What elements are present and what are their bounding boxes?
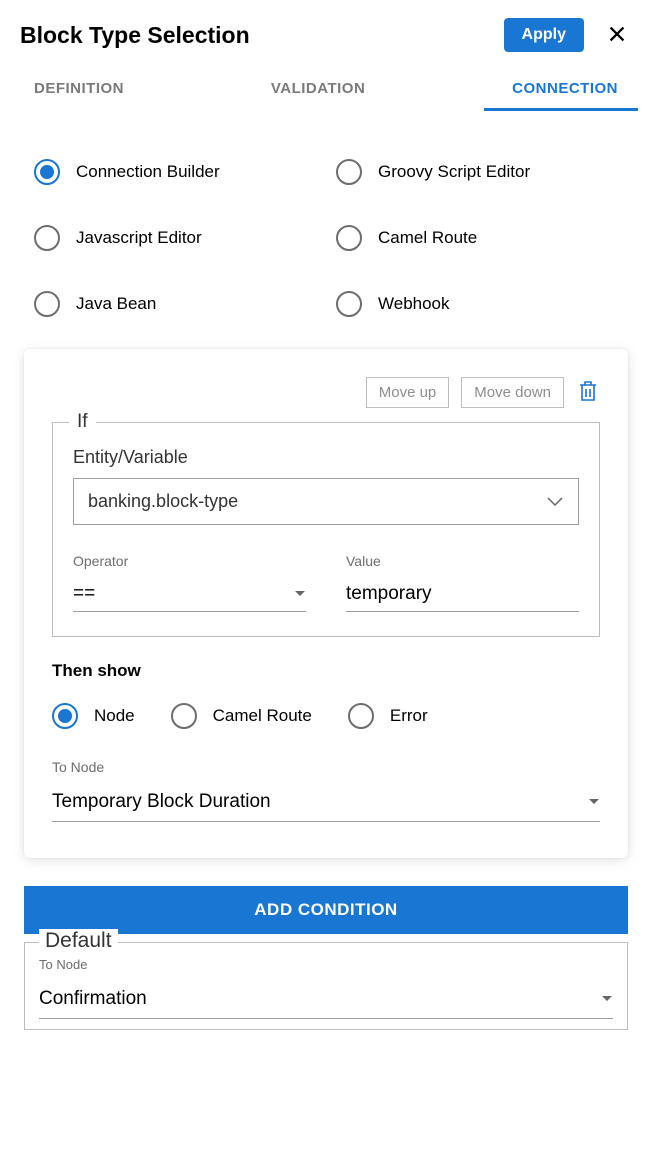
- default-to-node-select[interactable]: Confirmation: [39, 980, 613, 1019]
- apply-button[interactable]: Apply: [504, 18, 584, 52]
- radio-icon: [34, 159, 60, 185]
- condition-card: Move up Move down If Entity/Variable ban…: [24, 349, 628, 858]
- then-option-node[interactable]: Node: [52, 703, 135, 729]
- radio-icon: [336, 291, 362, 317]
- default-fieldset: Default To Node Confirmation: [24, 942, 628, 1030]
- add-condition-button[interactable]: ADD CONDITION: [24, 886, 628, 934]
- radio-label: Camel Route: [378, 228, 477, 248]
- connection-type-builder[interactable]: Connection Builder: [34, 159, 316, 185]
- radio-label: Node: [94, 706, 135, 726]
- close-icon: [606, 23, 628, 45]
- default-legend: Default: [39, 929, 118, 953]
- tab-connection[interactable]: CONNECTION: [512, 80, 618, 111]
- to-node-label: To Node: [52, 759, 600, 775]
- radio-label: Javascript Editor: [76, 228, 202, 248]
- radio-icon: [336, 159, 362, 185]
- caret-down-icon: [588, 798, 600, 806]
- if-fieldset: If Entity/Variable banking.block-type Op…: [52, 422, 600, 637]
- entity-label: Entity/Variable: [73, 447, 579, 468]
- entity-value: banking.block-type: [88, 491, 238, 512]
- operator-value: ==: [73, 583, 95, 605]
- radio-label: Java Bean: [76, 294, 156, 314]
- radio-label: Webhook: [378, 294, 450, 314]
- then-option-error[interactable]: Error: [348, 703, 428, 729]
- caret-down-icon: [601, 995, 613, 1003]
- delete-button[interactable]: [576, 378, 600, 407]
- trash-icon: [578, 380, 598, 402]
- radio-icon: [348, 703, 374, 729]
- value-input[interactable]: [346, 577, 579, 612]
- radio-icon: [336, 225, 362, 251]
- chevron-down-icon: [546, 496, 564, 508]
- then-show-label: Then show: [52, 661, 600, 681]
- connection-type-javascript[interactable]: Javascript Editor: [34, 225, 316, 251]
- radio-icon: [34, 291, 60, 317]
- move-up-button[interactable]: Move up: [366, 377, 450, 408]
- radio-label: Groovy Script Editor: [378, 162, 530, 182]
- connection-type-groovy[interactable]: Groovy Script Editor: [336, 159, 618, 185]
- value-label: Value: [346, 553, 579, 569]
- radio-label: Error: [390, 706, 428, 726]
- entity-select[interactable]: banking.block-type: [73, 478, 579, 525]
- operator-select[interactable]: ==: [73, 577, 306, 612]
- tab-definition[interactable]: DEFINITION: [34, 80, 124, 111]
- tab-bar: DEFINITION VALIDATION CONNECTION: [20, 80, 632, 111]
- move-down-button[interactable]: Move down: [461, 377, 564, 408]
- connection-type-webhook[interactable]: Webhook: [336, 291, 618, 317]
- radio-icon: [171, 703, 197, 729]
- radio-label: Camel Route: [213, 706, 312, 726]
- then-option-camel[interactable]: Camel Route: [171, 703, 312, 729]
- default-to-node-value: Confirmation: [39, 988, 147, 1010]
- page-title: Block Type Selection: [20, 22, 250, 49]
- radio-icon: [52, 703, 78, 729]
- radio-label: Connection Builder: [76, 162, 220, 182]
- connection-type-camel[interactable]: Camel Route: [336, 225, 618, 251]
- to-node-value: Temporary Block Duration: [52, 791, 271, 813]
- radio-icon: [34, 225, 60, 251]
- close-button[interactable]: [602, 19, 632, 52]
- operator-label: Operator: [73, 553, 306, 569]
- to-node-select[interactable]: Temporary Block Duration: [52, 783, 600, 822]
- tab-validation[interactable]: VALIDATION: [271, 80, 365, 111]
- caret-down-icon: [294, 590, 306, 598]
- if-legend: If: [69, 411, 96, 433]
- connection-type-java-bean[interactable]: Java Bean: [34, 291, 316, 317]
- default-to-node-label: To Node: [39, 957, 613, 972]
